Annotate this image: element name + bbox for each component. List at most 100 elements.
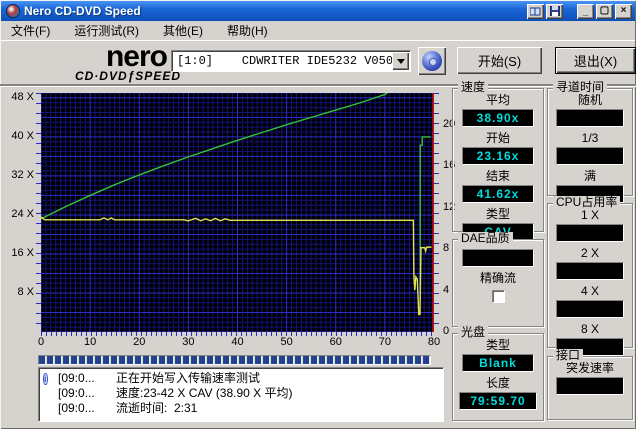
app-window: Nero CD-DVD Speed _ ▢ × 文件(F) 运行测试(R) 其他… <box>0 0 636 429</box>
dae-quality-value <box>462 249 534 267</box>
cpu-4x-value <box>556 300 624 318</box>
seek-time-group: 寻道时间 随机 1/3 满 <box>547 81 633 203</box>
cd-dvd-speed-logo-text: CD·DVDƒSPEED <box>74 69 181 83</box>
test-progress-bar <box>38 355 431 365</box>
log-timestamp: [09:0... <box>58 371 95 385</box>
x-tick-label: 60 <box>329 336 342 348</box>
seek-third-value <box>556 147 624 165</box>
exit-button[interactable]: 退出(X) <box>555 47 636 74</box>
minimize-icon: _ <box>582 5 589 17</box>
close-icon: × <box>620 5 627 16</box>
average-speed-value: 38.90x <box>462 109 534 127</box>
chevron-down-icon <box>396 59 405 68</box>
dae-quality-group: DAE品质 精确流 <box>452 232 544 327</box>
x-tick-label: 30 <box>182 336 195 348</box>
start-speed-label: 开始 <box>485 131 510 145</box>
maximize-icon: ▢ <box>599 5 610 16</box>
cpu-1x-value <box>556 224 624 242</box>
accurate-stream-checkbox[interactable] <box>491 290 505 303</box>
toolbar-separator <box>0 84 636 86</box>
cd-disc-icon <box>422 51 442 71</box>
cpu-1x-label: 1 X <box>580 208 599 222</box>
disc-info-button[interactable] <box>418 47 446 75</box>
title-bar[interactable]: Nero CD-DVD Speed _ ▢ × <box>1 1 635 21</box>
log-message: 正在开始写入传输速率测试 <box>116 371 261 385</box>
start-speed-value: 23.16x <box>462 147 534 165</box>
average-speed-label: 平均 <box>485 93 510 107</box>
seek-random-label: 随机 <box>577 93 602 107</box>
interface-group: 接口 突发速率 <box>547 349 633 420</box>
maximize-button[interactable]: ▢ <box>596 3 613 19</box>
nero-logo-text: nero <box>105 40 168 73</box>
drive-selector[interactable]: [1:0] CDWRITER IDE5232 V050W <box>171 50 411 72</box>
x-tick-label: 0 <box>37 336 45 348</box>
y-right-tick-label: 8 <box>443 242 450 255</box>
menu-run-test[interactable]: 运行测试(R) <box>72 21 141 40</box>
log-timestamp: [09:0... <box>58 386 95 400</box>
y-left-tick-label: 48 X <box>11 90 34 103</box>
burst-rate-label: 突发速率 <box>565 361 614 375</box>
nero-logo: nero CD·DVDƒSPEED <box>29 40 181 83</box>
end-speed-value: 41.62x <box>462 185 534 203</box>
x-tick-label: 20 <box>133 336 146 348</box>
cpu-2x-label: 2 X <box>580 246 599 260</box>
info-icon: i <box>43 373 48 385</box>
cpu-8x-label: 8 X <box>580 322 599 336</box>
menu-help[interactable]: 帮助(H) <box>225 21 270 40</box>
x-tick-label: 80 <box>427 336 441 348</box>
speed-type-label: 类型 <box>485 207 510 221</box>
burst-rate-value <box>556 377 624 395</box>
book-icon <box>530 7 541 15</box>
disc-length-label: 长度 <box>485 376 510 390</box>
menu-file[interactable]: 文件(F) <box>9 21 52 40</box>
y-right-tick-label: 4 <box>443 283 450 296</box>
disc-group: 光盘 类型 Blank 长度 79:59.70 <box>452 326 544 421</box>
x-tick-label: 50 <box>280 336 293 348</box>
toolbar: nero CD·DVDƒSPEED [1:0] CDWRITER IDE5232… <box>1 40 636 84</box>
y-left-tick-label: 40 X <box>11 129 34 142</box>
disc-length-value: 79:59.70 <box>459 392 537 410</box>
save-button[interactable] <box>546 3 563 19</box>
cpu-4x-label: 4 X <box>580 284 599 298</box>
dae-group-title: DAE品质 <box>458 232 513 245</box>
y-left-tick-label: 32 X <box>11 168 34 181</box>
x-tick-label: 70 <box>378 336 391 348</box>
log-timestamp: [09:0... <box>58 401 95 415</box>
seek-group-title: 寻道时间 <box>553 81 608 94</box>
log-line: [09:0... 速度:23-42 X CAV (38.90 X 平均) <box>43 386 439 401</box>
log-message: 流逝时间: 2:31 <box>116 401 198 415</box>
drive-selector-dropdown-button[interactable] <box>392 52 409 70</box>
y-left-tick-label: 8 X <box>17 285 34 298</box>
log-message: 速度:23-42 X CAV (38.90 X 平均) <box>116 386 293 400</box>
disc-type-label: 类型 <box>485 338 510 352</box>
start-button[interactable]: 开始(S) <box>457 47 542 74</box>
disc-group-title: 光盘 <box>458 326 489 339</box>
cpu-group-title: CPU占用率 <box>553 196 621 209</box>
close-button[interactable]: × <box>615 3 632 19</box>
speed-chart <box>41 93 434 332</box>
drive-selector-value: [1:0] CDWRITER IDE5232 V050W <box>177 54 392 68</box>
y-left-tick-label: 24 X <box>11 207 34 220</box>
end-speed-label: 结束 <box>485 169 510 183</box>
menu-bar: 文件(F) 运行测试(R) 其他(E) 帮助(H) <box>1 21 635 41</box>
accurate-stream-label: 精确流 <box>479 271 516 285</box>
menu-extra[interactable]: 其他(E) <box>161 21 205 40</box>
seek-random-value <box>556 109 624 127</box>
app-icon <box>6 4 20 18</box>
log-line: [09:0... 流逝时间: 2:31 <box>43 401 439 416</box>
floppy-icon <box>549 6 560 16</box>
y-left-tick-label: 16 X <box>11 246 34 259</box>
x-tick-label: 40 <box>231 336 244 348</box>
view-results-button[interactable] <box>527 3 544 19</box>
minimize-button[interactable]: _ <box>577 3 594 19</box>
status-log: i [09:0... 正在开始写入传输速率测试 [09:0... 速度:23-4… <box>38 367 444 422</box>
right-axis-ticks <box>434 93 439 332</box>
window-title: Nero CD-DVD Speed <box>24 4 141 18</box>
cpu-usage-group: CPU占用率 1 X 2 X 4 X 8 X <box>547 196 633 356</box>
cpu-2x-value <box>556 262 624 280</box>
seek-full-label: 满 <box>583 169 596 183</box>
log-line: i [09:0... 正在开始写入传输速率测试 <box>43 371 439 386</box>
interface-group-title: 接口 <box>553 349 584 362</box>
speed-group: 速度 平均 38.90x 开始 23.16x 结束 41.62x 类型 CAV <box>452 81 544 241</box>
seek-third-label: 1/3 <box>581 131 599 145</box>
